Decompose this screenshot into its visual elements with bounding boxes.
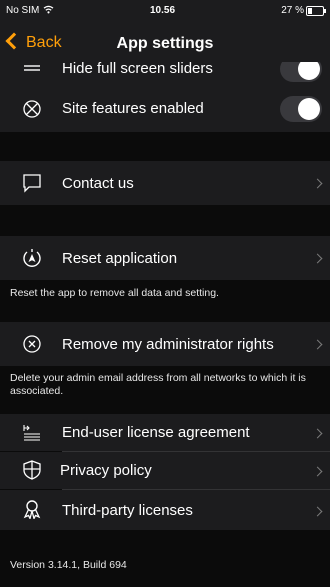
wifi-icon <box>43 5 54 14</box>
third-party-licenses-label: Third-party licenses <box>62 502 193 519</box>
reset-application-label: Reset application <box>62 250 178 267</box>
reset-application-row[interactable]: Reset application <box>0 236 330 280</box>
contact-us-row[interactable]: Contact us <box>0 161 330 205</box>
clock-time: 10.56 <box>150 5 176 16</box>
contact-us-label: Contact us <box>62 175 134 192</box>
chat-bubble-icon <box>23 174 41 193</box>
third-party-licenses-row[interactable]: Third-party licenses <box>0 490 330 530</box>
page-title: App settings <box>116 35 214 52</box>
eula-label: End-user license agreement <box>62 424 250 441</box>
chevron-right-icon <box>312 428 323 439</box>
remove-admin-rights-label: Remove my administrator rights <box>62 336 274 353</box>
privacy-policy-row[interactable]: Privacy policy <box>0 452 330 489</box>
chevron-right-icon <box>312 253 323 264</box>
hide-sliders-label: Hide full screen sliders <box>62 60 213 77</box>
navigation-bar-overlay: Back App settings <box>0 28 330 62</box>
site-features-icon <box>23 100 41 118</box>
award-ribbon-icon <box>23 500 41 519</box>
document-icon <box>23 425 40 441</box>
version-text: Version 3.14.1, Build 694 <box>10 559 127 571</box>
remove-admin-rights-row[interactable]: Remove my administrator rights <box>0 322 330 366</box>
site-features-row[interactable]: Site features enabled <box>0 86 330 132</box>
chevron-right-icon <box>312 506 323 517</box>
chevron-right-icon <box>312 466 323 477</box>
site-features-toggle[interactable] <box>280 96 322 122</box>
chevron-right-icon <box>312 339 323 350</box>
battery-icon <box>306 6 326 16</box>
privacy-policy-label: Privacy policy <box>60 462 152 479</box>
chevron-right-icon <box>312 178 323 189</box>
status-bar: No SIM 10.56 27 % <box>0 0 330 28</box>
reset-application-description: Reset the app to remove all data and set… <box>10 287 219 299</box>
reset-icon <box>23 249 41 267</box>
shield-icon <box>23 460 41 480</box>
battery-percent: 27 % <box>281 5 304 16</box>
carrier-label: No SIM <box>6 5 40 16</box>
site-features-label: Site features enabled <box>62 100 204 117</box>
eula-row[interactable]: End-user license agreement <box>0 414 330 451</box>
remove-circle-icon <box>23 335 41 353</box>
remove-admin-rights-description: Delete your admin email address from all… <box>10 372 306 397</box>
